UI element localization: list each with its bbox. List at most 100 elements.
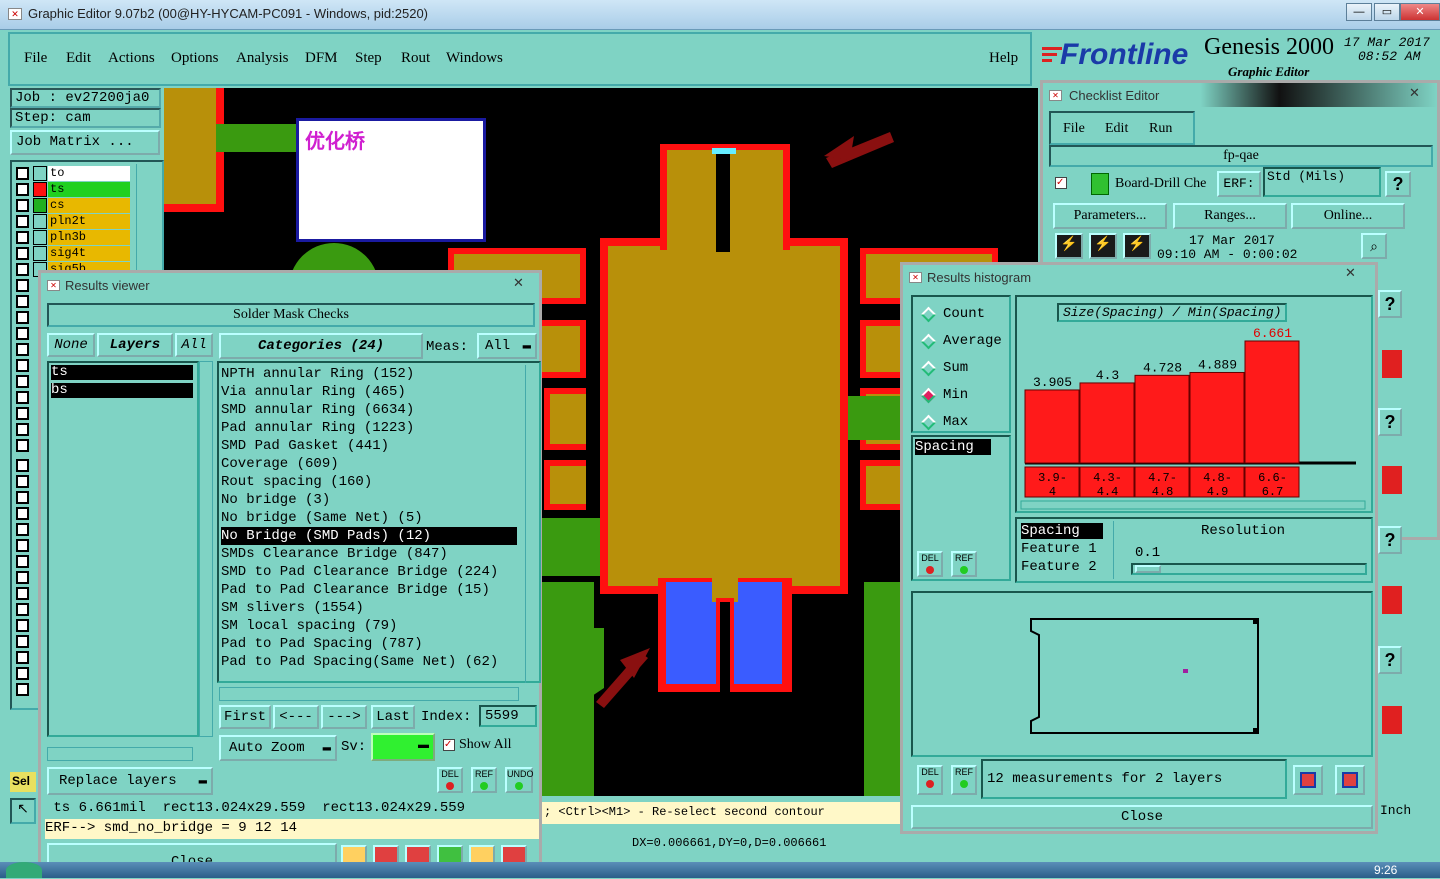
layer-checkbox[interactable] [16, 407, 29, 420]
menu-windows[interactable]: Windows [446, 50, 503, 67]
category-item[interactable]: Rout spacing (160) [221, 473, 517, 491]
layer-checkbox[interactable] [16, 343, 29, 356]
category-item[interactable]: SMD annular Ring (6634) [221, 401, 517, 419]
del-button[interactable]: DEL [917, 551, 943, 577]
sv-color-select[interactable]: ▬ [371, 733, 435, 761]
maximize-button[interactable]: ▭ [1374, 3, 1400, 21]
help-button[interactable]: ? [1378, 408, 1402, 436]
histogram-close-button[interactable]: Close [911, 805, 1373, 829]
help-button[interactable]: ? [1385, 171, 1411, 197]
ref-button[interactable]: REF [471, 767, 497, 793]
layers-button[interactable]: Layers [97, 333, 173, 357]
job-matrix-button[interactable]: Job Matrix ... [10, 130, 160, 155]
layer-color-swatch[interactable] [33, 198, 47, 213]
category-item[interactable]: SMDs Clearance Bridge (847) [221, 545, 517, 563]
category-item[interactable]: NPTH annular Ring (152) [221, 365, 517, 383]
layer-color-swatch[interactable] [33, 246, 47, 261]
close-icon[interactable]: ✕ [1409, 85, 1420, 101]
first-button[interactable]: First [219, 705, 271, 729]
categories-button[interactable]: Categories (24) [219, 333, 423, 359]
del-button[interactable]: DEL [437, 767, 463, 793]
close-icon[interactable]: ✕ [1400, 3, 1440, 21]
layer-checkbox[interactable] [16, 523, 29, 536]
radio-icon[interactable] [920, 360, 937, 377]
layer-checkbox[interactable] [16, 539, 29, 552]
checklist-menu-file[interactable]: File [1063, 121, 1085, 137]
radio-icon[interactable] [920, 333, 937, 350]
check-row[interactable]: ✓ Board-Drill Che ERF: Std (Mils) ? [1051, 167, 1440, 199]
category-item[interactable]: Coverage (609) [221, 455, 517, 473]
layer-checkbox[interactable] [16, 375, 29, 388]
layer-row[interactable]: pln3b [16, 230, 136, 246]
menu-rout[interactable]: Rout [401, 50, 430, 67]
layer-checkbox[interactable] [16, 247, 29, 260]
meas-select[interactable]: All ▬ [477, 333, 537, 359]
category-item[interactable]: Pad to Pad Spacing (787) [221, 635, 517, 653]
layer-color-swatch[interactable] [33, 214, 47, 229]
help-button[interactable]: ? [1378, 646, 1402, 674]
category-item[interactable]: Pad annular Ring (1223) [221, 419, 517, 437]
layer-checkbox[interactable] [16, 279, 29, 292]
mode-radio[interactable]: Average [920, 332, 1007, 352]
layer-checkbox[interactable] [16, 635, 29, 648]
close-icon[interactable]: ✕ [1345, 265, 1356, 281]
category-item[interactable]: No bridge (3) [221, 491, 517, 509]
layer-checkbox[interactable] [16, 587, 29, 600]
layer-checkbox[interactable] [16, 571, 29, 584]
category-item[interactable]: No Bridge (SMD Pads) (12) [221, 527, 517, 545]
layer-checkbox[interactable] [16, 619, 29, 632]
layer-row[interactable]: cs [16, 198, 136, 214]
category-item[interactable]: No bridge (Same Net) (5) [221, 509, 517, 527]
feature-item[interactable]: Feature 2 [1021, 559, 1097, 575]
histogram-bar[interactable] [1134, 374, 1190, 464]
mode-radio[interactable]: Max [920, 413, 1007, 433]
ref-button[interactable]: REF [951, 551, 977, 577]
layer-name[interactable]: ts [48, 182, 130, 197]
auto-zoom-select[interactable]: Auto Zoom ▬ [219, 735, 337, 761]
layer-checkbox[interactable] [16, 199, 29, 212]
layer-checkbox[interactable] [16, 651, 29, 664]
layer-checkbox[interactable] [16, 295, 29, 308]
layer-checkbox[interactable] [16, 491, 29, 504]
erf-button[interactable]: ERF: [1217, 171, 1261, 197]
mode-radio[interactable]: Sum [920, 359, 1007, 379]
menu-help[interactable]: Help [989, 50, 1018, 67]
layer-name[interactable]: pln2t [48, 214, 130, 229]
layer-checkbox[interactable] [16, 555, 29, 568]
layer-checkbox[interactable] [16, 231, 29, 244]
layer-checkbox[interactable] [16, 327, 29, 340]
layer-name[interactable]: sig4t [48, 246, 130, 261]
next-button[interactable]: ---> [321, 705, 367, 729]
ref-button[interactable]: REF [951, 765, 977, 795]
category-item[interactable]: SMD Pad Gasket (441) [221, 437, 517, 455]
results-layer-list[interactable]: ts bs [47, 361, 199, 737]
category-item[interactable]: SMD to Pad Clearance Bridge (224) [221, 563, 517, 581]
undo-button[interactable]: UNDO [505, 767, 534, 793]
layer-list-vscroll[interactable] [199, 361, 213, 737]
menu-dfm[interactable]: DFM [305, 50, 338, 67]
menu-edit[interactable]: Edit [66, 50, 91, 67]
category-item[interactable]: Via annular Ring (465) [221, 383, 517, 401]
measure-list-item[interactable]: Spacing [915, 439, 991, 455]
menu-analysis[interactable]: Analysis [236, 50, 289, 67]
last-button[interactable]: Last [371, 705, 415, 729]
layer-checkbox[interactable] [16, 459, 29, 472]
layer-checkbox[interactable] [16, 475, 29, 488]
run-icon[interactable]: ⚡ [1089, 233, 1117, 259]
layer-row[interactable]: to [16, 166, 136, 182]
radio-icon[interactable] [920, 414, 937, 431]
histogram-bar[interactable] [1079, 382, 1135, 464]
categories-vscroll[interactable] [525, 365, 539, 683]
feature-list-scrollbar[interactable] [1113, 521, 1125, 579]
radio-icon[interactable] [920, 306, 937, 323]
run-icon[interactable]: ⚡ [1055, 233, 1083, 259]
category-item[interactable]: SM local spacing (79) [221, 617, 517, 635]
help-button[interactable]: ? [1378, 290, 1402, 318]
layer-color-swatch[interactable] [33, 182, 47, 197]
checklist-menu-edit[interactable]: Edit [1105, 121, 1128, 137]
categories-hscroll[interactable] [219, 687, 519, 701]
layer-checkbox[interactable] [16, 667, 29, 680]
layer-checkbox[interactable] [16, 423, 29, 436]
minimize-button[interactable]: — [1346, 3, 1372, 21]
radio-icon[interactable] [920, 387, 937, 404]
